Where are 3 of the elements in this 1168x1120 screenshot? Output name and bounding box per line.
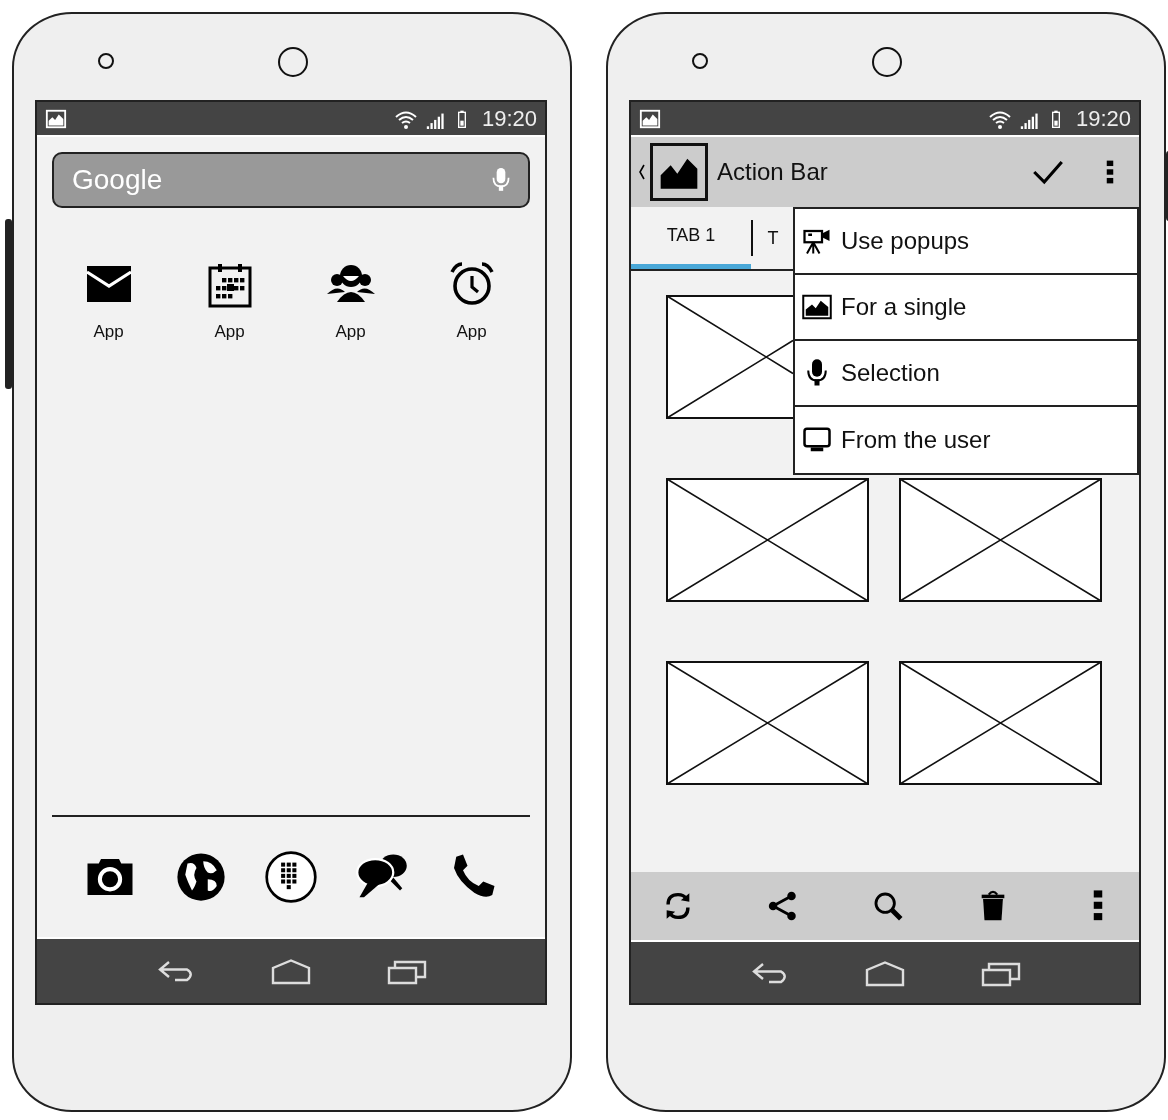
status-time: 19:20 <box>1075 105 1131 132</box>
action-bar-title: Action Bar <box>717 158 829 186</box>
status-time: 19:20 <box>481 105 537 132</box>
